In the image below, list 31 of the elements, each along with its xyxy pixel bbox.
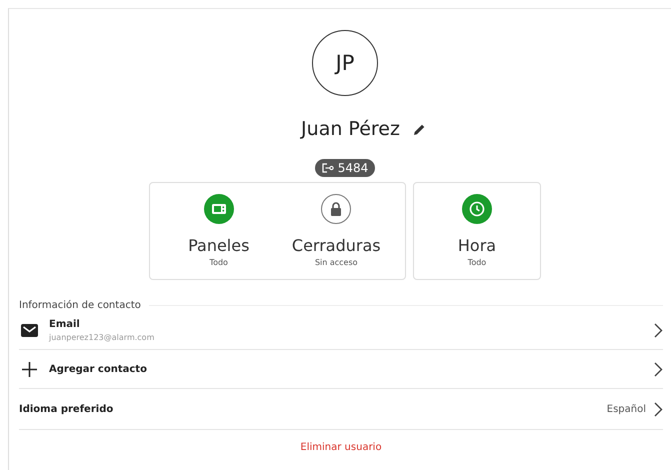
permission-status: Sin acceso xyxy=(314,258,358,267)
contact-value: juanperez123@alarm.com xyxy=(49,332,156,342)
permission-card[interactable]: Hora Todo xyxy=(413,182,541,280)
panel-icon xyxy=(212,204,226,214)
user-name: Juan Pérez xyxy=(301,118,400,140)
pencil-icon[interactable] xyxy=(414,124,425,134)
permission-title: Hora xyxy=(458,236,496,255)
section-heading: Información de contacto xyxy=(19,300,141,311)
contact-row[interactable]: Email juanperez123@alarm.com xyxy=(19,311,663,350)
delete-user-link[interactable]: Eliminar usuario xyxy=(300,442,382,453)
permission-status: Todo xyxy=(210,258,228,267)
permission-status: Todo xyxy=(468,258,486,267)
user-code-badge: 5484 xyxy=(314,159,376,177)
chevron-right-icon xyxy=(654,322,663,338)
contact-row[interactable]: Agregar contacto xyxy=(19,350,663,389)
language-value: Español xyxy=(606,404,646,414)
language-row[interactable]: Idioma preferido Español xyxy=(19,389,663,430)
lock-icon xyxy=(330,202,342,216)
contact-label: Email xyxy=(49,318,81,330)
contact-label: Agregar contacto xyxy=(49,364,148,374)
permission-title: Cerraduras xyxy=(292,236,381,255)
plus-icon[interactable] xyxy=(22,362,36,376)
avatar-initials: JP xyxy=(336,51,354,75)
chevron-right-icon xyxy=(654,362,663,376)
permission-title: Paneles xyxy=(188,236,250,255)
envelope-icon xyxy=(20,324,38,336)
chevron-right-icon xyxy=(654,402,663,416)
key-icon xyxy=(322,163,334,173)
clock-icon xyxy=(469,201,485,217)
language-label: Idioma preferido xyxy=(19,404,114,414)
permission-card[interactable]: Paneles Todo Cerraduras Sin acceso xyxy=(149,182,406,280)
